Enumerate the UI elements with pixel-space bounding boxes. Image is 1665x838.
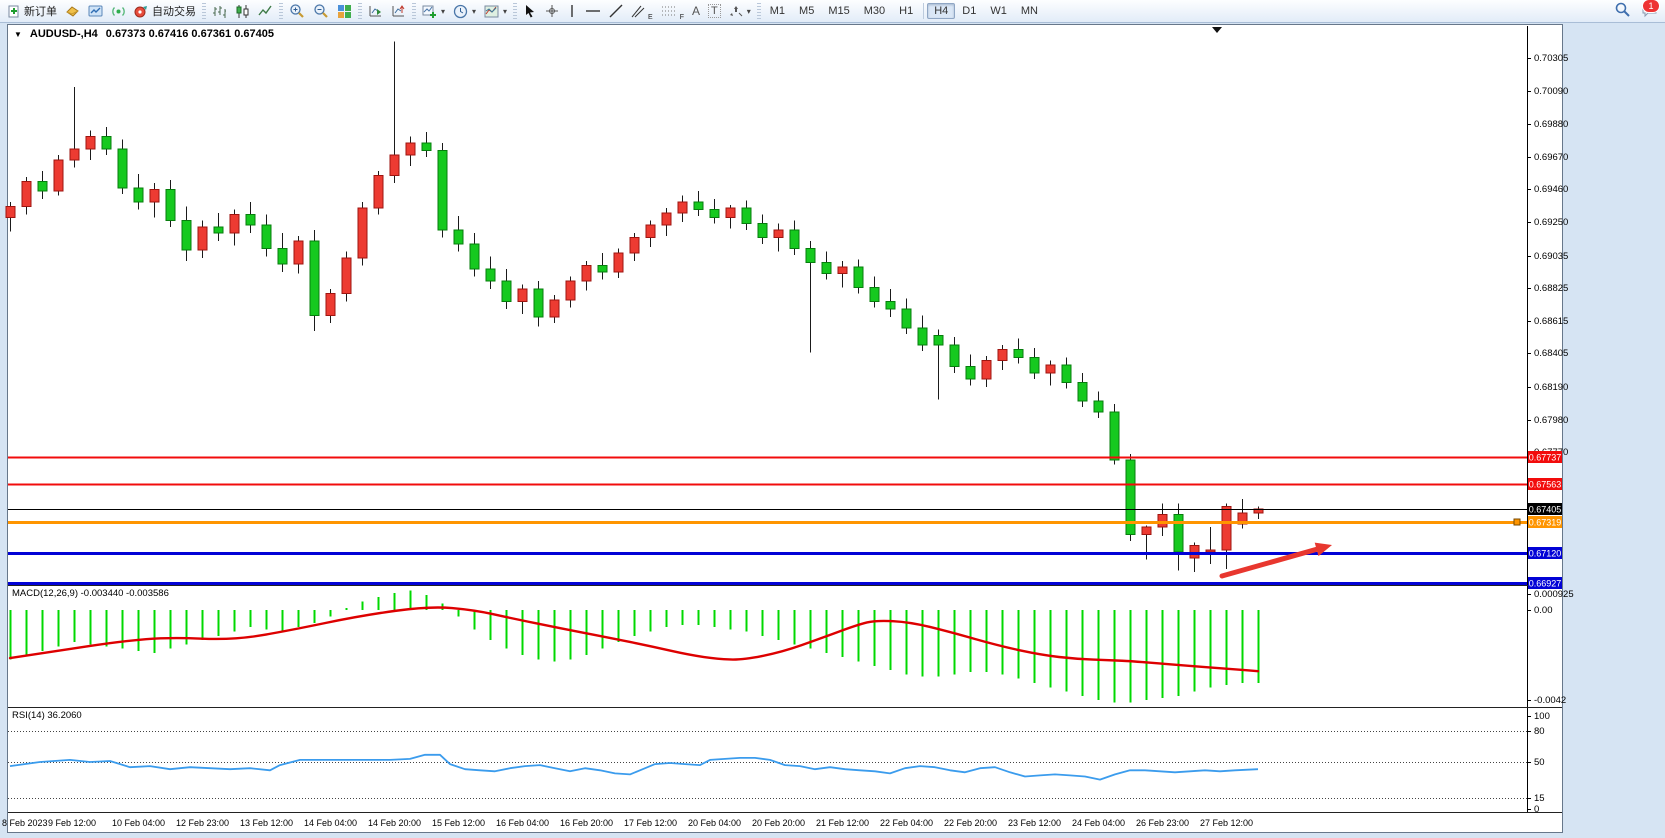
chart-window — [7, 24, 1563, 833]
toolbar-grip — [279, 3, 283, 19]
fibonacci-letter: F — [680, 14, 684, 21]
toolbar-separator — [923, 3, 924, 19]
chart-symbol-title: AUDUSD-,H4 — [30, 28, 98, 40]
horizontal-line-icon — [585, 4, 601, 18]
macd-indicator-label: MACD(12,26,9) -0.003440 -0.003586 — [12, 588, 169, 599]
templates-button[interactable]: ▾ — [480, 2, 511, 21]
notification-count-badge: 1 — [1642, 0, 1660, 13]
chart-shift-button[interactable] — [387, 2, 410, 21]
bar-chart-icon — [212, 4, 227, 19]
text-button[interactable]: A — [688, 2, 704, 21]
auto-trading-label: 自动交易 — [152, 3, 196, 19]
chart-shift-icon — [391, 4, 406, 19]
new-order-icon — [7, 4, 21, 18]
periods-button[interactable]: ▾ — [449, 2, 480, 21]
mt4-terminal: 新订单 自动交易 — [0, 0, 1665, 838]
tile-windows-button[interactable] — [333, 2, 356, 21]
auto-scroll-icon — [368, 4, 383, 19]
arrows-button[interactable]: ▾ — [725, 2, 755, 21]
toolbar-grip — [358, 3, 362, 19]
toolbar-grip — [412, 3, 416, 19]
label-tool-icon: T — [708, 4, 721, 18]
trendline-button[interactable] — [605, 2, 627, 21]
zoom-in-button[interactable] — [285, 2, 309, 21]
toolbar: 新订单 自动交易 — [0, 0, 1665, 23]
cursor-button[interactable] — [519, 2, 541, 21]
equidistant-channel-button[interactable]: E — [627, 2, 657, 21]
cursor-icon — [523, 4, 537, 18]
arrows-icon — [729, 4, 743, 18]
tab-timeframe-m1[interactable]: M1 — [763, 3, 792, 19]
tab-timeframe-w1[interactable]: W1 — [983, 3, 1014, 19]
dropdown-caret-icon: ▾ — [441, 7, 445, 16]
tab-timeframe-m15[interactable]: M15 — [821, 3, 856, 19]
zoom-in-icon — [289, 3, 305, 19]
tab-timeframe-mn[interactable]: MN — [1014, 3, 1045, 19]
fibonacci-icon — [661, 4, 677, 18]
clock-icon — [453, 4, 468, 19]
dropdown-caret-icon: ▾ — [747, 7, 751, 16]
signals-button[interactable] — [107, 2, 130, 21]
chart-quote-line: ▼ AUDUSD-,H4 0.67373 0.67416 0.67361 0.6… — [14, 28, 274, 40]
market-watch-button[interactable] — [84, 2, 107, 21]
zoom-out-icon — [313, 3, 329, 19]
tab-timeframe-h4[interactable]: H4 — [927, 3, 955, 19]
candlestick-chart-button[interactable] — [231, 2, 254, 21]
dropdown-caret-icon: ▾ — [503, 7, 507, 16]
templates-icon — [484, 4, 499, 19]
channel-icon — [631, 4, 645, 18]
crosshair-button[interactable] — [541, 2, 563, 21]
auto-trading-icon — [134, 4, 149, 19]
text-tool-icon: A — [692, 4, 700, 18]
chart-dropdown-icon[interactable]: ▼ — [14, 30, 22, 39]
fibonacci-button[interactable]: F — [657, 2, 688, 21]
trendline-icon — [609, 4, 623, 18]
notifications-button[interactable]: 1 — [1641, 2, 1659, 23]
tab-timeframe-m5[interactable]: M5 — [792, 3, 821, 19]
rsi-indicator-label: RSI(14) 36.2060 — [12, 710, 82, 721]
vertical-line-icon — [567, 4, 577, 18]
search-button[interactable] — [1614, 1, 1631, 23]
bar-chart-button[interactable] — [208, 2, 231, 21]
auto-trading-button[interactable]: 自动交易 — [130, 2, 200, 21]
indicators-icon — [422, 4, 437, 19]
signals-icon — [111, 4, 126, 19]
tab-timeframe-m30[interactable]: M30 — [857, 3, 892, 19]
line-chart-icon — [258, 4, 273, 19]
profiles-icon — [65, 4, 80, 19]
dropdown-caret-icon: ▾ — [472, 7, 476, 16]
vertical-line-button[interactable] — [563, 2, 581, 21]
candlestick-chart-icon — [235, 4, 250, 19]
chart-ohlc-values: 0.67373 0.67416 0.67361 0.67405 — [106, 28, 274, 40]
line-chart-button[interactable] — [254, 2, 277, 21]
zoom-out-button[interactable] — [309, 2, 333, 21]
toolbar-grip — [202, 3, 206, 19]
new-order-button[interactable]: 新订单 — [3, 2, 61, 21]
horizontal-line-button[interactable] — [581, 2, 605, 21]
new-order-label: 新订单 — [24, 3, 57, 19]
search-icon — [1614, 1, 1631, 18]
tile-windows-icon — [337, 4, 352, 19]
toolbar-right-cluster: 1 — [1614, 1, 1659, 23]
auto-scroll-button[interactable] — [364, 2, 387, 21]
indicators-button[interactable]: ▾ — [418, 2, 449, 21]
tab-timeframe-h1[interactable]: H1 — [892, 3, 920, 19]
text-label-button[interactable]: T — [704, 2, 725, 21]
channel-letter: E — [648, 14, 653, 21]
market-watch-icon — [88, 4, 103, 19]
toolbar-grip — [513, 3, 517, 19]
toolbar-grip — [757, 3, 761, 19]
profiles-button[interactable] — [61, 2, 84, 21]
crosshair-icon — [545, 4, 559, 18]
tab-timeframe-d1[interactable]: D1 — [955, 3, 983, 19]
